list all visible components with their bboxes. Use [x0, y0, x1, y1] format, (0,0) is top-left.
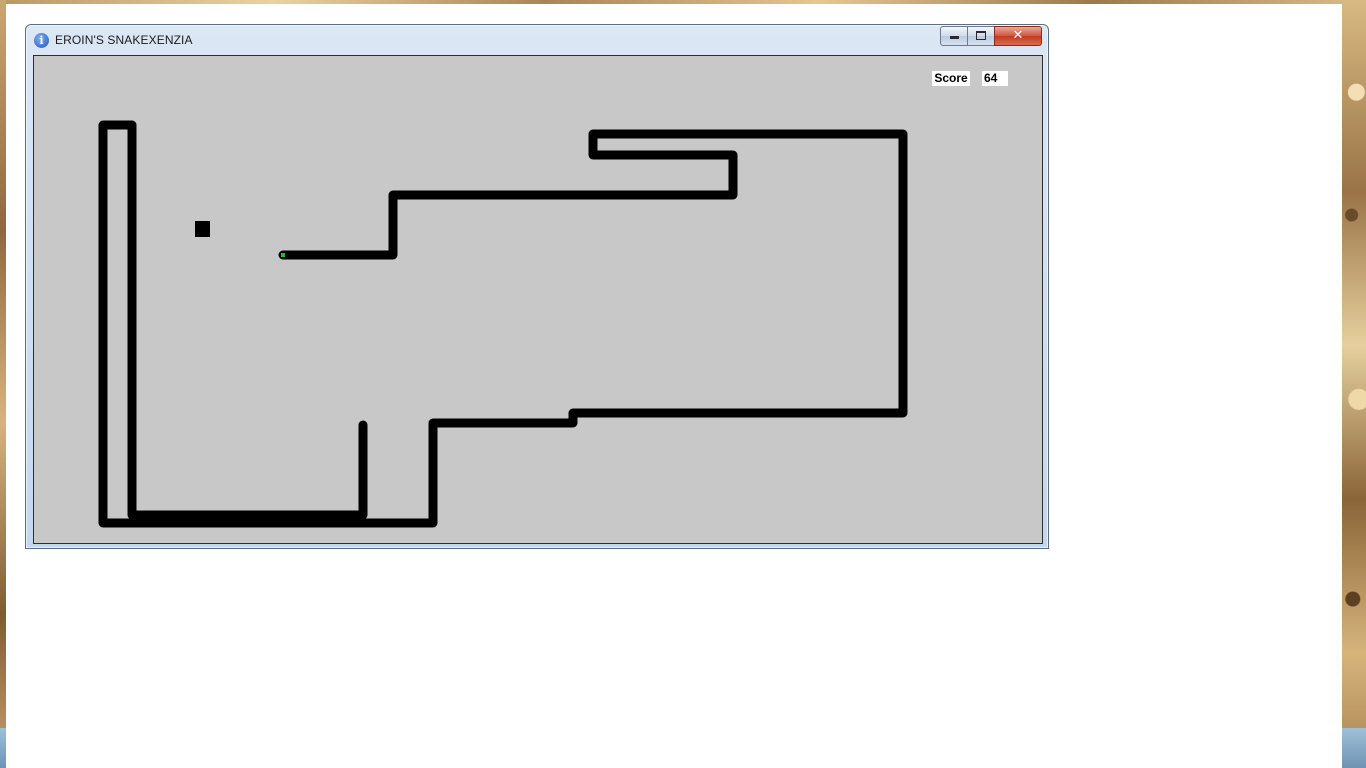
wallpaper-top-edge [0, 0, 1366, 4]
wallpaper-left-edge [0, 0, 6, 768]
minimize-button[interactable] [940, 26, 968, 46]
wallpaper-right-edge [1342, 0, 1366, 768]
info-icon: i [34, 33, 49, 48]
score-label: Score [932, 71, 970, 86]
score-value: 64 [982, 71, 1008, 86]
taskbar-edge-right [1342, 728, 1366, 768]
minimize-icon [949, 36, 959, 39]
close-icon: ✕ [1012, 28, 1024, 43]
maximize-icon [976, 31, 986, 40]
game-board[interactable] [33, 55, 1043, 544]
taskbar-edge-left [0, 728, 6, 768]
window-title: EROIN'S SNAKEXENZIA [55, 33, 193, 47]
maximize-button[interactable] [967, 26, 995, 46]
title-bar[interactable]: i EROIN'S SNAKEXENZIA ✕ [26, 25, 1048, 55]
close-button[interactable]: ✕ [994, 26, 1042, 46]
